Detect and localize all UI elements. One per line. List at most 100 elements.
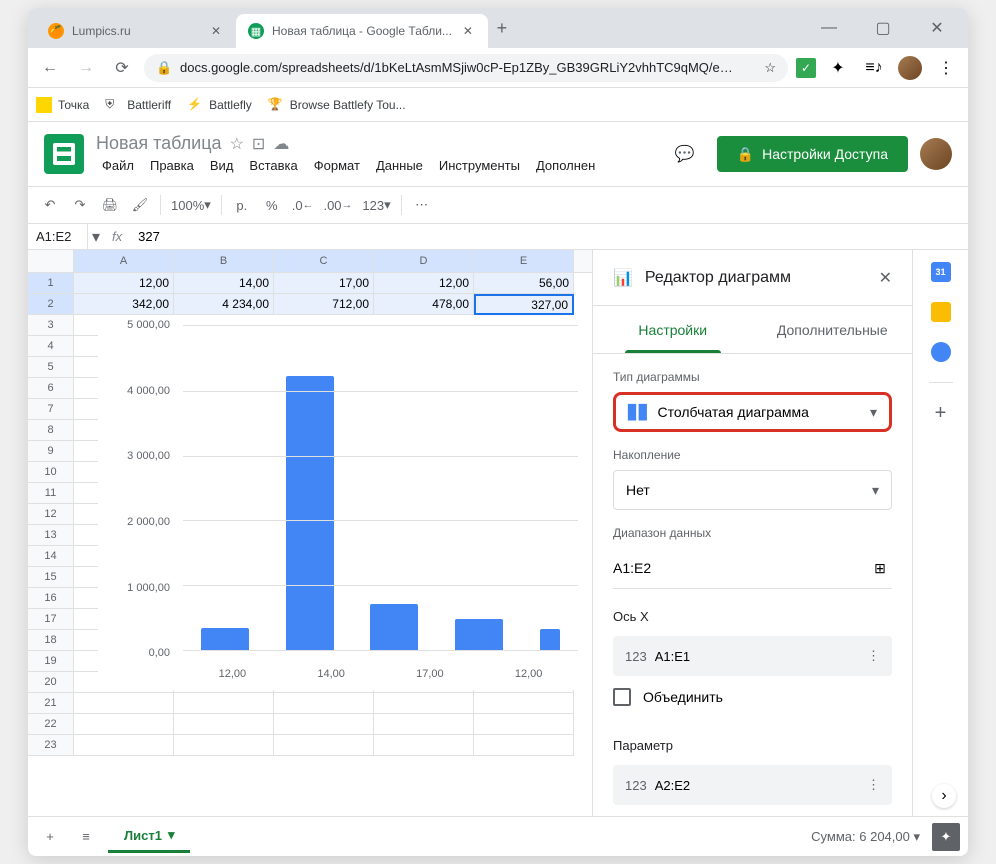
star-icon[interactable]: ☆ [230,134,244,154]
cell[interactable]: 327,00 [474,294,574,315]
xaxis-chip[interactable]: 123 A1:E1 ⋮ [613,636,892,676]
tab-setup[interactable]: Настройки [593,306,753,353]
cell[interactable]: 342,00 [74,294,174,315]
cell[interactable]: 12,00 [74,273,174,294]
menu-format[interactable]: Формат [308,156,366,175]
cell[interactable]: 712,00 [274,294,374,315]
menu-data[interactable]: Данные [370,156,429,175]
back-button[interactable]: ← [36,54,64,82]
aggregate-checkbox[interactable]: Объединить [613,676,892,718]
cell[interactable] [174,735,274,756]
more-tools-button[interactable]: ⋯ [408,191,436,219]
name-box-dropdown[interactable]: ▾ [88,227,104,247]
extensions-icon[interactable]: ✦ [824,54,852,82]
sheet-tab-1[interactable]: Лист1 ▾ [108,821,190,853]
tasks-icon[interactable] [931,342,951,362]
profile-avatar[interactable] [896,54,924,82]
cell[interactable] [274,714,374,735]
cell[interactable] [374,714,474,735]
tab-lumpics[interactable]: 🍊 Lumpics.ru ✕ [36,14,236,48]
close-icon[interactable]: ✕ [208,23,224,39]
row-header[interactable]: 5 [28,357,74,378]
chart-type-select[interactable]: ▊▊ Столбчатая диаграмма ▾ [613,392,892,432]
cell[interactable] [474,714,574,735]
menu-insert[interactable]: Вставка [243,156,303,175]
add-addon-icon[interactable]: + [931,403,951,423]
grid-icon[interactable]: ⊞ [868,556,892,580]
redo-button[interactable]: ↷ [66,191,94,219]
row-header[interactable]: 14 [28,546,74,567]
menu-edit[interactable]: Правка [144,156,200,175]
row-header[interactable]: 3 [28,315,74,336]
currency-button[interactable]: р. [228,191,256,219]
row-header[interactable]: 7 [28,399,74,420]
number-format-button[interactable]: 123 ▾ [358,191,394,219]
print-button[interactable]: 🖨 [96,191,124,219]
move-icon[interactable]: ⊡ [252,134,265,154]
col-header-e[interactable]: E [474,250,574,272]
close-panel-button[interactable]: ✕ [879,268,892,288]
comments-button[interactable]: 💬 [665,134,705,174]
user-avatar[interactable] [920,138,952,170]
star-icon[interactable]: ☆ [764,60,776,76]
bookmark-battlefly[interactable]: ⚡Battlefly [187,97,252,113]
row-header[interactable]: 22 [28,714,74,735]
url-input[interactable]: 🔒 docs.google.com/spreadsheets/d/1bKeLtA… [144,54,788,82]
cloud-icon[interactable]: ☁ [273,134,289,154]
new-tab-button[interactable]: + [488,14,516,42]
row-header[interactable]: 20 [28,672,74,693]
row-header[interactable]: 10 [28,462,74,483]
cell[interactable]: 12,00 [374,273,474,294]
menu-icon[interactable]: ⋮ [932,54,960,82]
cell[interactable] [274,693,374,714]
share-button[interactable]: 🔒 Настройки Доступа [717,136,908,172]
menu-tools[interactable]: Инструменты [433,156,526,175]
row-header[interactable]: 17 [28,609,74,630]
tab-customize[interactable]: Дополнительные [753,306,913,353]
sheets-logo[interactable] [44,134,84,174]
reload-button[interactable]: ⟳ [108,54,136,82]
row-header[interactable]: 13 [28,525,74,546]
cell[interactable] [174,693,274,714]
forward-button[interactable]: → [72,54,100,82]
cell[interactable]: 478,00 [374,294,474,315]
maximize-button[interactable]: ▢ [860,12,906,44]
row-header[interactable]: 21 [28,693,74,714]
chart-object[interactable]: 5 000,00 4 000,00 3 000,00 2 000,00 1 00… [98,315,592,690]
row-header[interactable]: 18 [28,630,74,651]
doc-title[interactable]: Новая таблица [96,133,222,154]
cell[interactable] [474,735,574,756]
col-header-d[interactable]: D [374,250,474,272]
row-header[interactable]: 16 [28,588,74,609]
bookmark-tochka[interactable]: Точка [36,97,89,113]
col-header-b[interactable]: B [174,250,274,272]
bookmark-battleriff[interactable]: ⛨Battleriff [105,97,171,113]
row-header[interactable]: 8 [28,420,74,441]
zoom-select[interactable]: 100% ▾ [167,191,215,219]
bookmark-battlefy[interactable]: 🏆Browse Battlefy Tou... [268,97,406,113]
cell[interactable]: 17,00 [274,273,374,294]
cell[interactable] [474,693,574,714]
cell[interactable] [74,693,174,714]
row-header[interactable]: 1 [28,273,74,294]
keep-icon[interactable] [931,302,951,322]
cell[interactable] [274,735,374,756]
more-icon[interactable]: ⋮ [867,648,880,664]
sum-display[interactable]: Сумма: 6 204,00 ▾ [811,829,920,845]
menu-addons[interactable]: Дополнен [530,156,601,175]
cell[interactable]: 56,00 [474,273,574,294]
row-header[interactable]: 2 [28,294,74,315]
increase-decimal-button[interactable]: .00→ [319,191,356,219]
select-all-corner[interactable] [28,250,74,272]
row-header[interactable]: 23 [28,735,74,756]
collapse-sidebar-button[interactable]: › [932,784,956,808]
explore-button[interactable]: ✦ [932,823,960,851]
more-icon[interactable]: ⋮ [867,777,880,793]
music-icon[interactable]: ≡♪ [860,54,888,82]
menu-file[interactable]: Файл [96,156,140,175]
calendar-icon[interactable]: 31 [931,262,951,282]
menu-view[interactable]: Вид [204,156,240,175]
cell[interactable] [374,735,474,756]
tab-sheets[interactable]: ▦ Новая таблица - Google Табли... ✕ [236,14,488,48]
all-sheets-button[interactable]: ≡ [72,823,100,851]
